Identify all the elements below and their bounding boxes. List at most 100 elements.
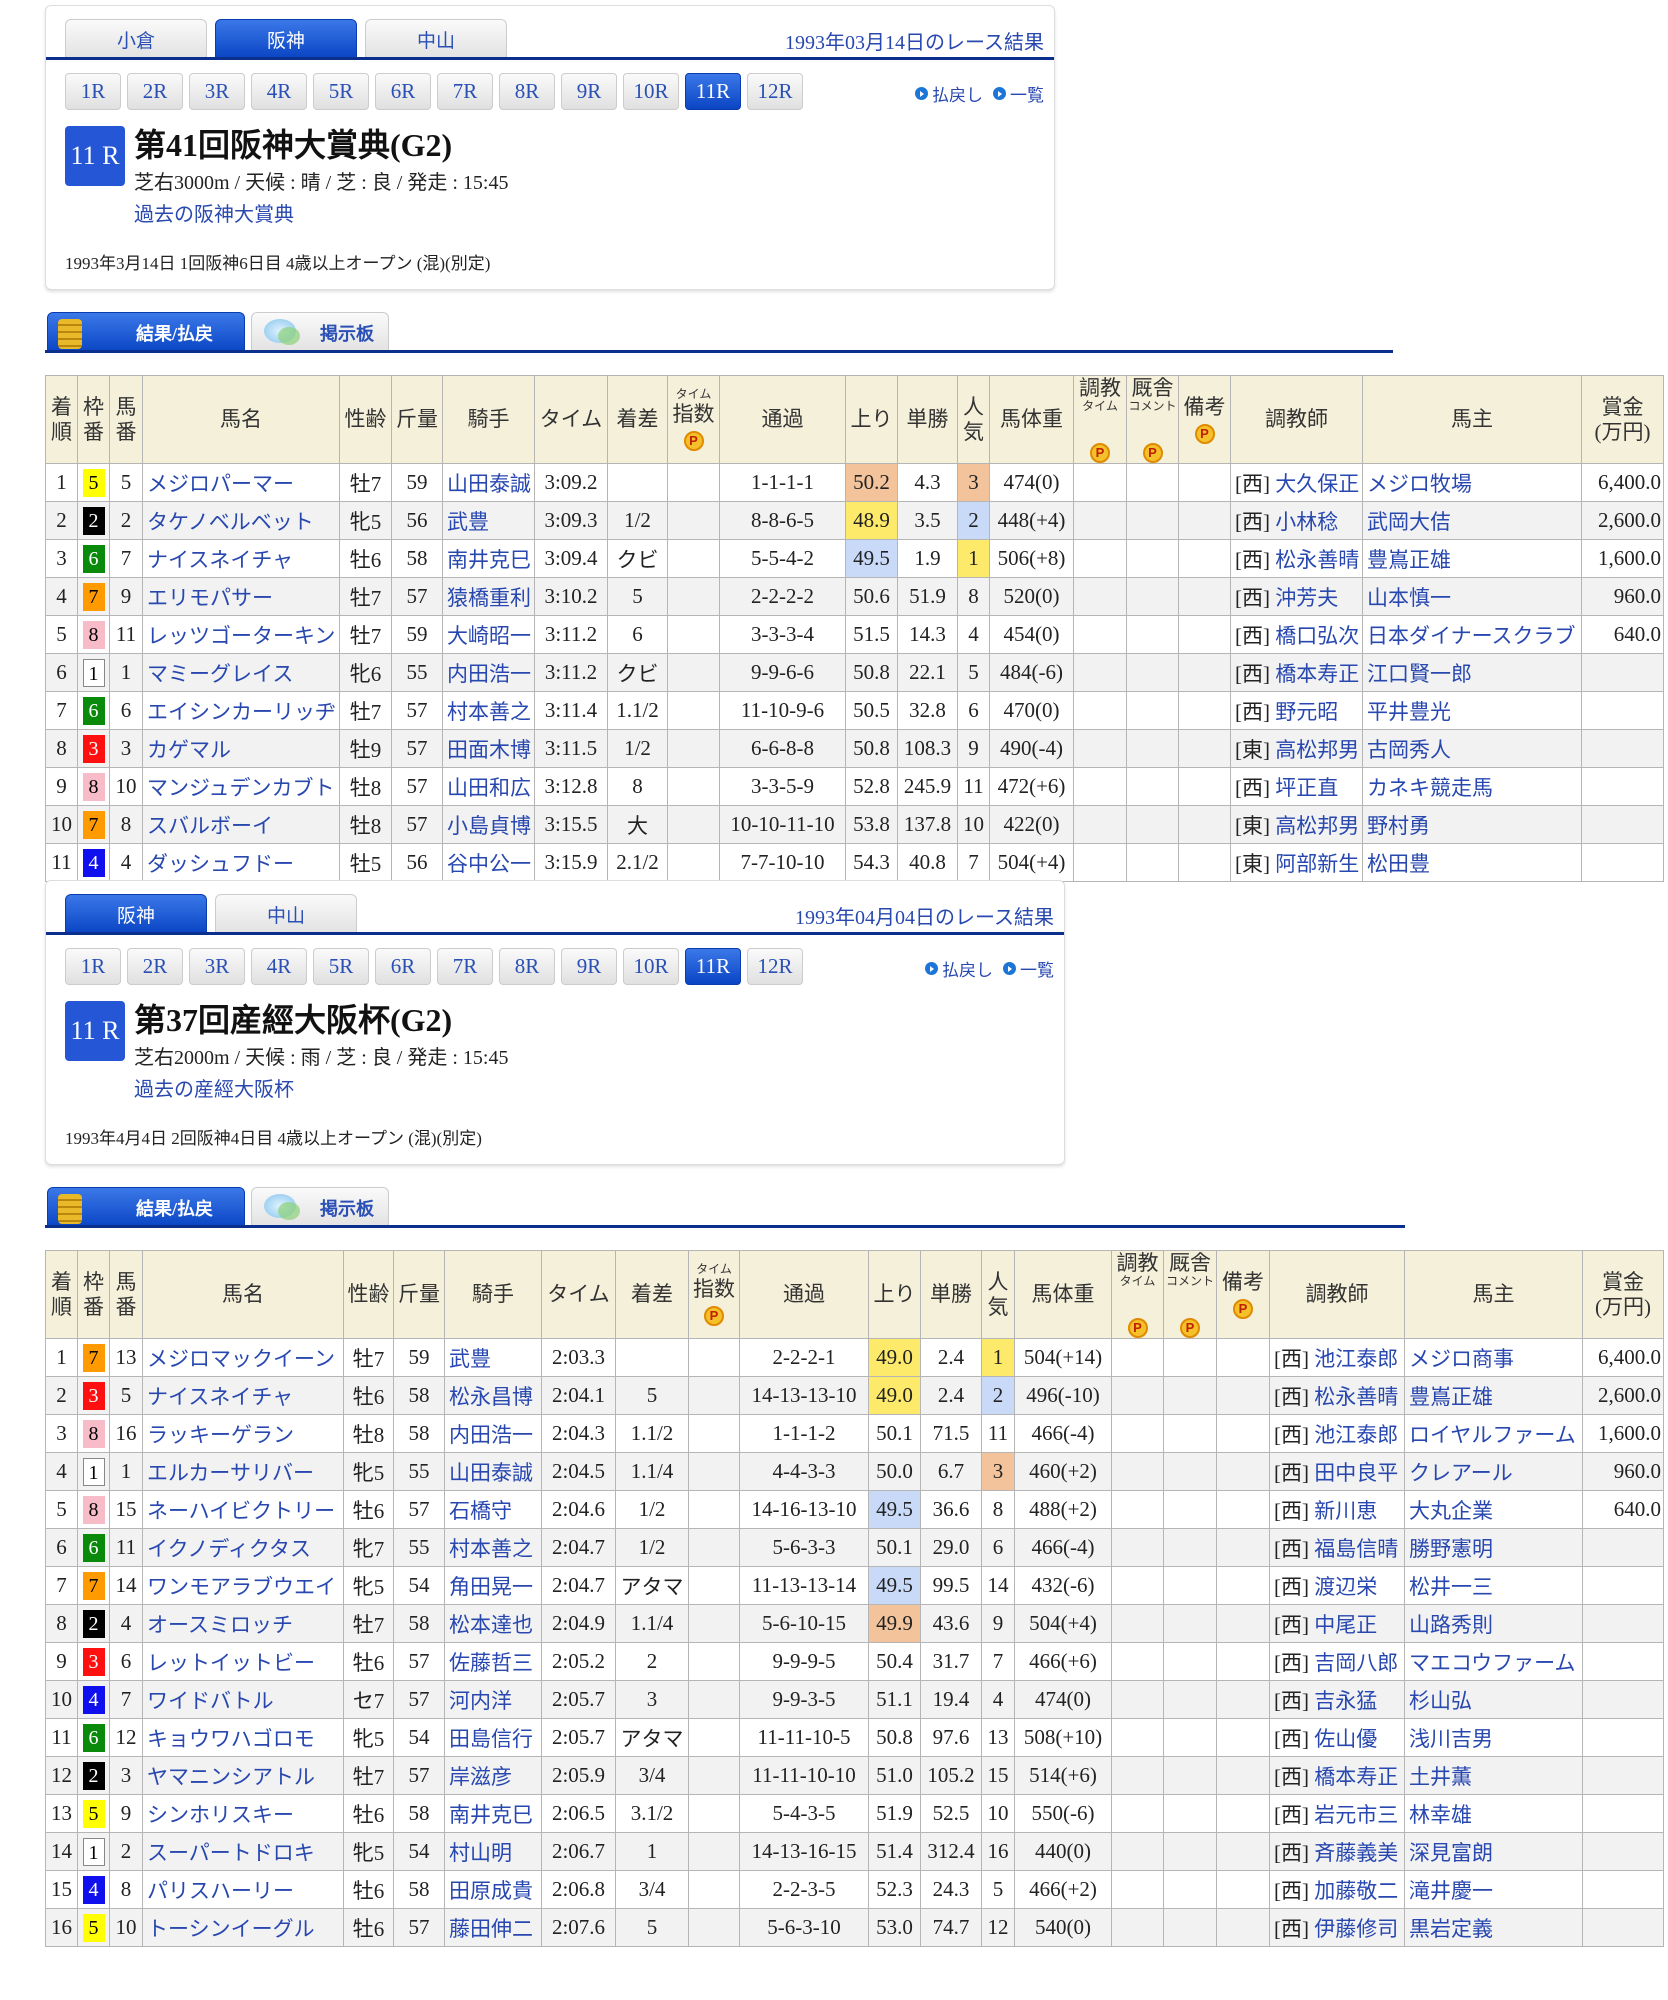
jockey-link[interactable]: 村本善之 [444, 1528, 542, 1568]
owner-link[interactable]: 山路秀則 [1404, 1604, 1583, 1644]
race-button[interactable]: 11R [685, 948, 741, 985]
horse-name-link[interactable]: レッツゴーターキン [142, 615, 340, 655]
jockey-link[interactable]: 大崎昭一 [442, 615, 535, 655]
jockey-link[interactable]: 佐藤哲三 [444, 1642, 542, 1682]
horse-name-link[interactable]: マミーグレイス [142, 653, 340, 693]
owner-link[interactable]: 杉山弘 [1404, 1680, 1583, 1720]
owner-link[interactable]: メジロ牧場 [1362, 463, 1582, 503]
horse-name-link[interactable]: イクノディクタス [142, 1528, 344, 1568]
jockey-link[interactable]: 内田浩一 [442, 653, 535, 693]
horse-name-link[interactable]: ワンモアラブウエイ [142, 1566, 344, 1606]
race-button[interactable]: 2R [127, 73, 183, 110]
trainer-link[interactable]: 吉岡八郎 [1314, 1651, 1398, 1675]
horse-name-link[interactable]: トーシンイーグル [142, 1908, 344, 1948]
owner-link[interactable]: 武岡大佶 [1362, 501, 1582, 541]
owner-link[interactable]: 山本慎一 [1362, 577, 1582, 617]
owner-link[interactable]: 浅川吉男 [1404, 1718, 1583, 1758]
race-button[interactable]: 4R [251, 73, 307, 110]
horse-name-link[interactable]: ヤマニンシアトル [142, 1756, 344, 1796]
race-button[interactable]: 12R [747, 948, 803, 985]
horse-name-link[interactable]: キョウワハゴロモ [142, 1718, 344, 1758]
horse-name-link[interactable]: メジロマックイーン [142, 1338, 344, 1378]
horse-name-link[interactable]: ダッシュフドー [142, 843, 340, 883]
horse-name-link[interactable]: レットイットビー [142, 1642, 344, 1682]
venue-tab[interactable]: 中山 [365, 19, 507, 58]
jockey-link[interactable]: 南井克巳 [442, 539, 535, 579]
owner-link[interactable]: メジロ商事 [1404, 1338, 1583, 1378]
tab-results[interactable]: 結果/払戻 [47, 1187, 245, 1227]
race-button[interactable]: 3R [189, 948, 245, 985]
jockey-link[interactable]: 山田泰誠 [444, 1452, 542, 1492]
owner-link[interactable]: マエコウファーム [1404, 1642, 1583, 1682]
horse-name-link[interactable]: エリモパサー [142, 577, 340, 617]
owner-link[interactable]: 松田豊 [1362, 843, 1582, 883]
trainer-link[interactable]: 橋本寿正 [1275, 662, 1359, 686]
jockey-link[interactable]: 松永昌博 [444, 1376, 542, 1416]
trainer-link[interactable]: 野元昭 [1275, 700, 1338, 724]
horse-name-link[interactable]: スーパートドロキ [142, 1832, 344, 1872]
horse-name-link[interactable]: カゲマル [142, 729, 340, 769]
trainer-link[interactable]: 新川恵 [1314, 1499, 1377, 1523]
owner-link[interactable]: 江口賢一郎 [1362, 653, 1582, 693]
jockey-link[interactable]: 村本善之 [442, 691, 535, 731]
tab-results[interactable]: 結果/払戻 [47, 312, 245, 352]
horse-name-link[interactable]: オースミロッチ [142, 1604, 344, 1644]
venue-tab[interactable]: 阪神 [65, 894, 207, 933]
race-button[interactable]: 1R [65, 948, 121, 985]
owner-link[interactable]: 深見富朗 [1404, 1832, 1583, 1872]
race-button[interactable]: 5R [313, 73, 369, 110]
race-button[interactable]: 6R [375, 73, 431, 110]
horse-name-link[interactable]: ワイドバトル [142, 1680, 344, 1720]
horse-name-link[interactable]: マンジュデンカブト [142, 767, 340, 807]
jockey-link[interactable]: 武豊 [442, 501, 535, 541]
owner-link[interactable]: 豊嶌正雄 [1404, 1376, 1583, 1416]
trainer-link[interactable]: 松永善晴 [1314, 1385, 1398, 1409]
owner-link[interactable]: 大丸企業 [1404, 1490, 1583, 1530]
race-button[interactable]: 9R [561, 73, 617, 110]
trainer-link[interactable]: 加藤敬二 [1314, 1879, 1398, 1903]
trainer-link[interactable]: 池江泰郎 [1314, 1347, 1398, 1371]
horse-name-link[interactable]: シンホリスキー [142, 1794, 344, 1834]
owner-link[interactable]: 土井薫 [1404, 1756, 1583, 1796]
race-button[interactable]: 8R [499, 73, 555, 110]
owner-link[interactable]: 古岡秀人 [1362, 729, 1582, 769]
jockey-link[interactable]: 角田晃一 [444, 1566, 542, 1606]
trainer-link[interactable]: 池江泰郎 [1314, 1423, 1398, 1447]
owner-link[interactable]: 松井一三 [1404, 1566, 1583, 1606]
race-button[interactable]: 10R [623, 948, 679, 985]
jockey-link[interactable]: 南井克巳 [444, 1794, 542, 1834]
jockey-link[interactable]: 岸滋彦 [444, 1756, 542, 1796]
horse-name-link[interactable]: ネーハイビクトリー [142, 1490, 344, 1530]
race-button[interactable]: 1R [65, 73, 121, 110]
jockey-link[interactable]: 石橋守 [444, 1490, 542, 1530]
jockey-link[interactable]: 猿橋重利 [442, 577, 535, 617]
venue-tab[interactable]: 中山 [215, 894, 357, 933]
race-button[interactable]: 5R [313, 948, 369, 985]
trainer-link[interactable]: 小林稔 [1275, 510, 1338, 534]
jockey-link[interactable]: 山田泰誠 [442, 463, 535, 503]
trainer-link[interactable]: 渡辺栄 [1314, 1575, 1377, 1599]
jockey-link[interactable]: 内田浩一 [444, 1414, 542, 1454]
past-races-link[interactable]: 過去の阪神大賞典 [134, 198, 294, 227]
race-button[interactable]: 8R [499, 948, 555, 985]
payout-link[interactable]: 払戻し [925, 956, 993, 981]
trainer-link[interactable]: 高松邦男 [1275, 814, 1359, 838]
race-button[interactable]: 6R [375, 948, 431, 985]
horse-name-link[interactable]: ナイスネイチャ [142, 539, 340, 579]
race-button[interactable]: 11R [685, 73, 741, 110]
race-button[interactable]: 10R [623, 73, 679, 110]
owner-link[interactable]: 林幸雄 [1404, 1794, 1583, 1834]
race-button[interactable]: 7R [437, 948, 493, 985]
jockey-link[interactable]: 武豊 [444, 1338, 542, 1378]
jockey-link[interactable]: 村山明 [444, 1832, 542, 1872]
venue-tab[interactable]: 小倉 [65, 19, 207, 58]
past-races-link[interactable]: 過去の産經大阪杯 [134, 1073, 294, 1102]
trainer-link[interactable]: 福島信晴 [1314, 1537, 1398, 1561]
payout-link[interactable]: 払戻し [915, 81, 983, 106]
trainer-link[interactable]: 吉永猛 [1314, 1689, 1377, 1713]
jockey-link[interactable]: 藤田伸二 [444, 1908, 542, 1948]
list-link[interactable]: 一覧 [1003, 956, 1054, 981]
jockey-link[interactable]: 松本達也 [444, 1604, 542, 1644]
jockey-link[interactable]: 田島信行 [444, 1718, 542, 1758]
owner-link[interactable]: 豊嶌正雄 [1362, 539, 1582, 579]
